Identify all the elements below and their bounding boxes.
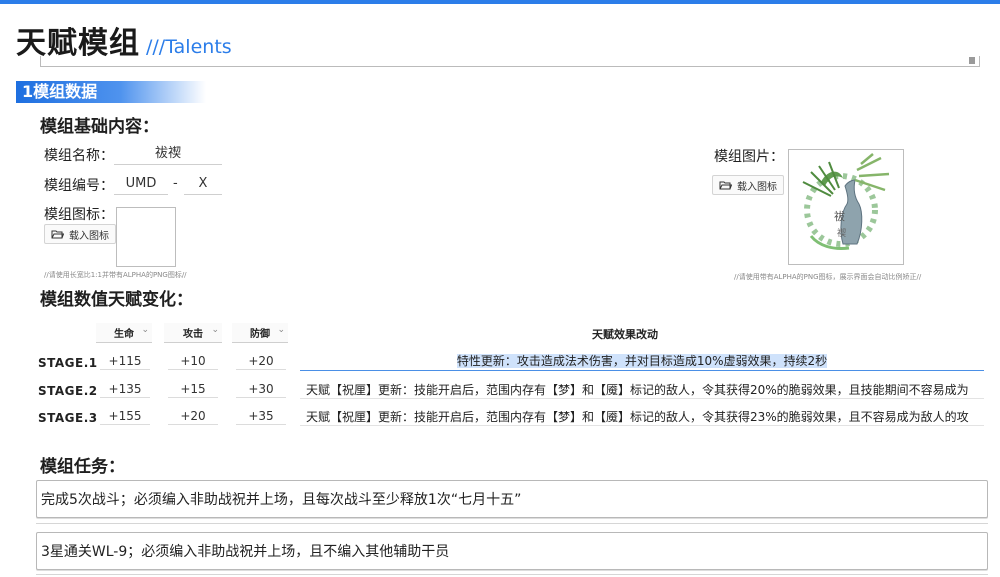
stat-atk-field[interactable]: +20 bbox=[168, 408, 218, 425]
task-divider bbox=[36, 574, 988, 575]
effect-column-header: 天赋效果改动 bbox=[592, 328, 658, 341]
module-icon-label: 模组图标： bbox=[44, 207, 114, 223]
stage-label: STAGE.1 bbox=[38, 356, 98, 370]
module-image-label: 模组图片： bbox=[714, 149, 784, 165]
title-divider bbox=[40, 56, 980, 67]
stat-def-field[interactable]: +30 bbox=[236, 381, 286, 398]
effect-field[interactable]: 天赋【祝厘】更新：技能开启后，范围内存有【梦】和【魇】标记的敌人，令其获得20%… bbox=[300, 381, 984, 399]
task-item[interactable]: 完成5次战斗；必须编入非助战祝并上场，且每次战斗至少释放1次“七月十五” bbox=[36, 480, 988, 518]
column-header-hp[interactable]: 生命 ⌄ bbox=[96, 323, 152, 343]
stat-hp-field[interactable]: +115 bbox=[100, 353, 150, 370]
dropdown-caret-icon: ⌄ bbox=[141, 325, 149, 335]
tasks-heading: 模组任务： bbox=[40, 457, 125, 477]
stage-label: STAGE.2 bbox=[38, 384, 98, 398]
icon-hint: //请使用长宽比1:1并带有ALPHA的PNG图标// bbox=[44, 271, 187, 279]
image-hint: //请使用带有ALPHA的PNG图标，展示界面会自动比例矫正// bbox=[734, 273, 922, 281]
effect-field[interactable]: 天赋【祝厘】更新：技能开启后，范围内存有【梦】和【魇】标记的敌人，令其获得23%… bbox=[300, 408, 984, 426]
folder-open-icon bbox=[719, 181, 732, 190]
column-header-atk[interactable]: 攻击 ⌄ bbox=[164, 323, 222, 343]
module-artwork: 祓 禊 bbox=[802, 153, 890, 250]
module-name-field[interactable]: 祓禊 bbox=[114, 144, 222, 165]
task-divider bbox=[36, 523, 988, 524]
column-header-def-label: 防御 bbox=[250, 329, 270, 340]
basic-heading: 模组基础内容： bbox=[40, 117, 159, 137]
module-code-suffix-field[interactable]: X bbox=[184, 174, 222, 195]
load-image-button[interactable]: 载入图标 bbox=[712, 175, 784, 195]
scrollbar-thumb[interactable] bbox=[969, 57, 975, 64]
module-code-prefix-field[interactable]: UMD bbox=[114, 174, 168, 195]
load-image-button-label: 载入图标 bbox=[737, 181, 777, 193]
effect-text: 特性更新：攻击造成法术伤害，并对目标造成10%虚弱效果，持续2秒 bbox=[456, 354, 828, 368]
module-code-label: 模组编号： bbox=[44, 178, 114, 194]
top-accent-bar bbox=[0, 0, 1000, 4]
column-header-atk-label: 攻击 bbox=[183, 329, 203, 340]
module-image-preview[interactable]: 祓 禊 bbox=[788, 149, 904, 265]
artwork-char-2: 禊 bbox=[837, 227, 846, 239]
dropdown-caret-icon: ⌄ bbox=[277, 325, 285, 335]
column-header-def[interactable]: 防御 ⌄ bbox=[232, 323, 288, 343]
stat-hp-field[interactable]: +155 bbox=[100, 408, 150, 425]
stat-atk-field[interactable]: +10 bbox=[168, 353, 218, 370]
stats-heading: 模组数值天赋变化： bbox=[40, 290, 193, 310]
module-name-label: 模组名称： bbox=[44, 148, 114, 164]
column-header-hp-label: 生命 bbox=[114, 329, 134, 340]
section-banner: 1模组数据 bbox=[16, 81, 206, 103]
load-icon-button[interactable]: 载入图标 bbox=[44, 224, 116, 244]
stat-hp-field[interactable]: +135 bbox=[100, 381, 150, 398]
module-code-separator: - bbox=[173, 176, 178, 191]
load-icon-button-label: 载入图标 bbox=[69, 230, 109, 242]
module-icon-preview[interactable] bbox=[116, 207, 176, 267]
dropdown-caret-icon: ⌄ bbox=[211, 325, 219, 335]
folder-open-icon bbox=[51, 230, 64, 239]
effect-field[interactable]: 特性更新：攻击造成法术伤害，并对目标造成10%虚弱效果，持续2秒 bbox=[300, 352, 984, 371]
stage-label: STAGE.3 bbox=[38, 411, 98, 425]
stat-def-field[interactable]: +35 bbox=[236, 408, 286, 425]
artwork-char-1: 祓 bbox=[834, 209, 845, 223]
stat-def-field[interactable]: +20 bbox=[236, 353, 286, 370]
stat-atk-field[interactable]: +15 bbox=[168, 381, 218, 398]
task-item[interactable]: 3星通关WL-9；必须编入非助战祝并上场，且不编入其他辅助干员 bbox=[36, 532, 988, 570]
page-title-subtitle: ///Talents bbox=[146, 36, 232, 58]
page-title: 天赋模组 ///Talents bbox=[16, 18, 232, 61]
section-banner-label: 1模组数据 bbox=[22, 82, 98, 101]
